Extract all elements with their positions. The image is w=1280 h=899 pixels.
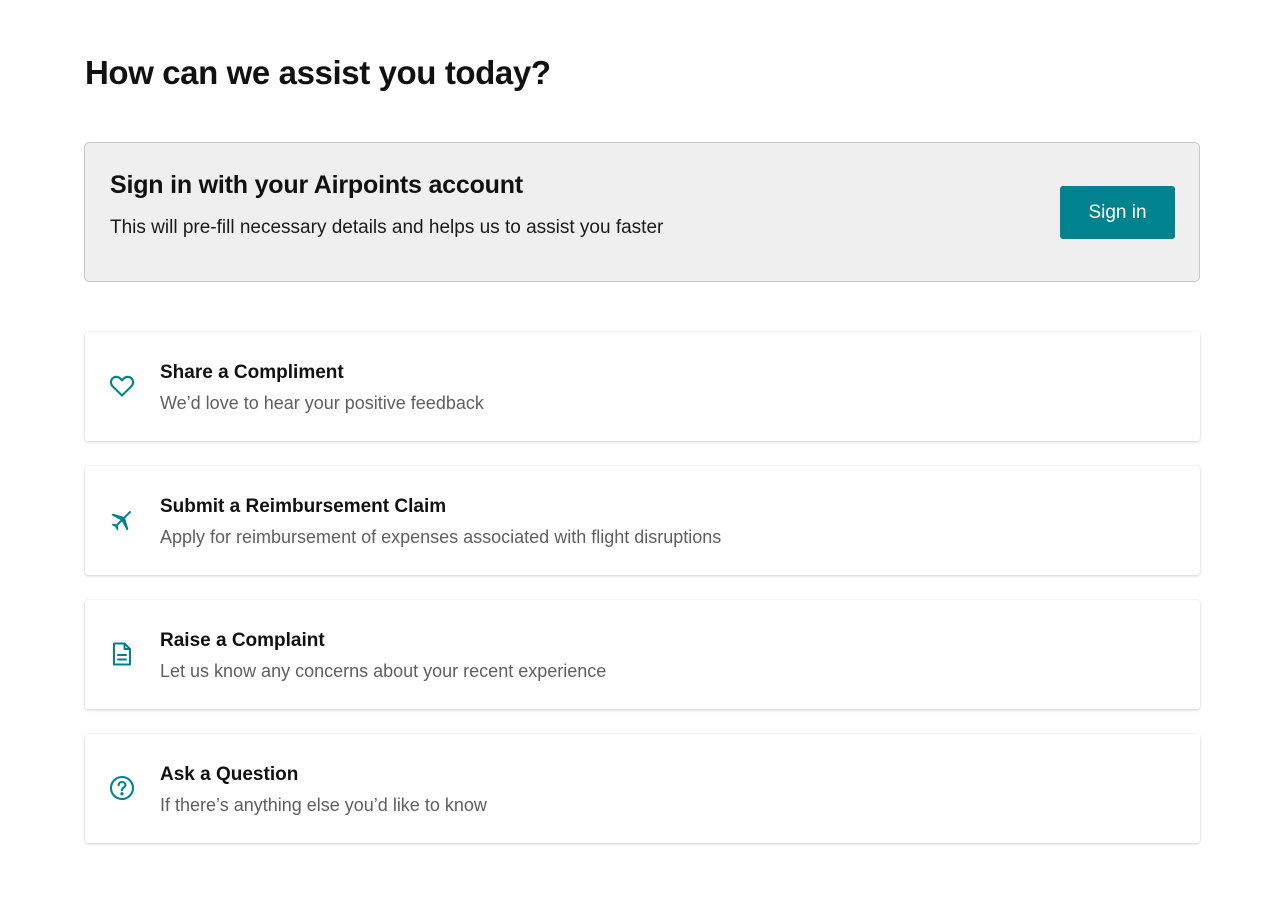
heart-icon — [108, 372, 136, 400]
option-share-compliment[interactable]: Share a Compliment We’d love to hear you… — [85, 332, 1200, 441]
option-raise-complaint[interactable]: Raise a Complaint Let us know any concer… — [85, 600, 1200, 709]
page-title: How can we assist you today? — [85, 54, 551, 91]
option-title: Ask a Question — [160, 764, 299, 785]
signin-panel: Sign in with your Airpoints account This… — [84, 142, 1200, 282]
option-title: Raise a Complaint — [160, 630, 325, 651]
document-icon — [108, 640, 136, 668]
signin-description: This will pre-fill necessary details and… — [110, 217, 664, 238]
option-title: Share a Compliment — [160, 362, 344, 383]
option-ask-question[interactable]: Ask a Question If there’s anything else … — [85, 734, 1200, 843]
option-title: Submit a Reimbursement Claim — [160, 496, 447, 517]
option-description: Apply for reimbursement of expenses asso… — [160, 527, 722, 547]
option-description: Let us know any concerns about your rece… — [160, 661, 607, 681]
option-description: We’d love to hear your positive feedback — [160, 393, 484, 413]
signin-title: Sign in with your Airpoints account — [110, 171, 523, 199]
sign-in-button[interactable]: Sign in — [1060, 186, 1175, 239]
airplane-icon — [108, 506, 136, 534]
option-reimbursement-claim[interactable]: Submit a Reimbursement Claim Apply for r… — [85, 466, 1200, 575]
question-circle-icon — [108, 774, 136, 802]
option-description: If there’s anything else you’d like to k… — [160, 795, 487, 815]
